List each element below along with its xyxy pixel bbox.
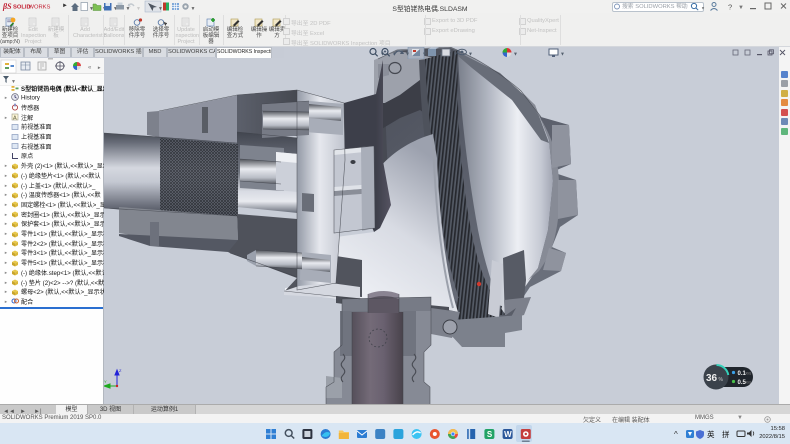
svg-text:英: 英 <box>707 429 715 439</box>
svg-text:36: 36 <box>706 373 718 384</box>
svg-text:▼: ▼ <box>158 6 163 12</box>
svg-text:A: A <box>13 116 17 122</box>
svg-text:▼: ▼ <box>126 6 131 12</box>
svg-text:?: ? <box>728 3 732 12</box>
svg-text:▼: ▼ <box>560 52 565 58</box>
svg-text:▼: ▼ <box>701 6 705 11</box>
svg-text:▼: ▼ <box>405 52 410 58</box>
svg-text:▼: ▼ <box>422 52 427 58</box>
svg-text:▼: ▼ <box>468 52 473 58</box>
svg-text:K/s: K/s <box>746 371 752 376</box>
svg-text:%: % <box>719 377 724 383</box>
svg-text:S: S <box>487 430 493 439</box>
svg-text:K/s: K/s <box>746 380 752 385</box>
svg-text:▼: ▼ <box>191 6 196 12</box>
svg-text:拼: 拼 <box>722 429 730 439</box>
svg-text:▼: ▼ <box>513 52 518 58</box>
svg-text:Z: Z <box>119 368 122 373</box>
svg-text:Y: Y <box>104 379 107 384</box>
svg-text:▼: ▼ <box>738 5 744 11</box>
svg-text:►: ► <box>97 65 101 70</box>
svg-text:W: W <box>504 430 512 439</box>
svg-text:^: ^ <box>674 430 678 439</box>
svg-text:▼: ▼ <box>136 6 141 12</box>
